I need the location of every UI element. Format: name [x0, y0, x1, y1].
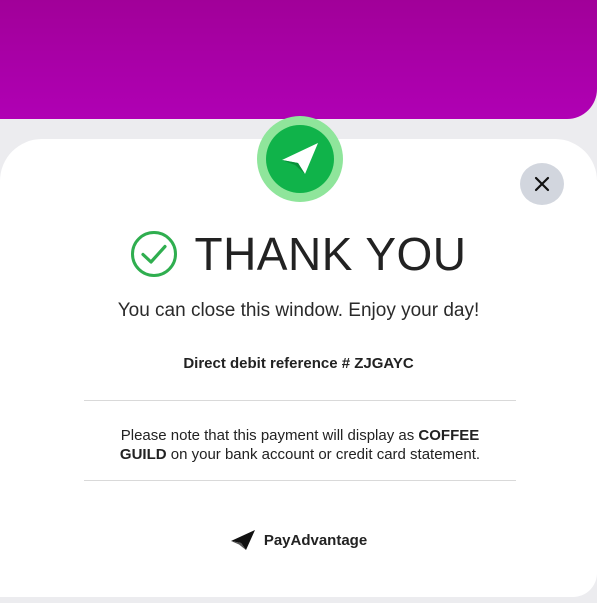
- payadvantage-mark-icon: [230, 530, 255, 550]
- header-banner: [0, 0, 597, 119]
- close-button[interactable]: [520, 163, 564, 205]
- close-window-message: You can close this window. Enjoy your da…: [117, 300, 480, 321]
- thank-you-heading-row: THANK YOU: [0, 226, 597, 282]
- logo-inner-circle: [266, 125, 334, 193]
- statement-note: Please note that this payment will displ…: [100, 426, 500, 464]
- note-prefix: Please note that this payment will displ…: [120, 427, 419, 444]
- check-circle-icon: [131, 231, 178, 277]
- divider-top: [84, 400, 516, 401]
- note-suffix: on your bank account or credit card stat…: [166, 446, 481, 463]
- direct-debit-reference: Direct debit reference # ZJGAYC: [183, 355, 414, 372]
- footer-brand: PayAdvantage: [0, 527, 597, 553]
- close-icon: [534, 176, 550, 192]
- confirmation-screen: THANK YOU You can close this window. Enj…: [0, 0, 597, 603]
- brand-name: PayAdvantage: [263, 531, 368, 549]
- logo-mark-icon: [282, 143, 318, 174]
- divider-bottom: [84, 480, 516, 481]
- thank-you-title: THANK YOU: [194, 228, 467, 280]
- payadvantage-logo-icon: [257, 116, 343, 202]
